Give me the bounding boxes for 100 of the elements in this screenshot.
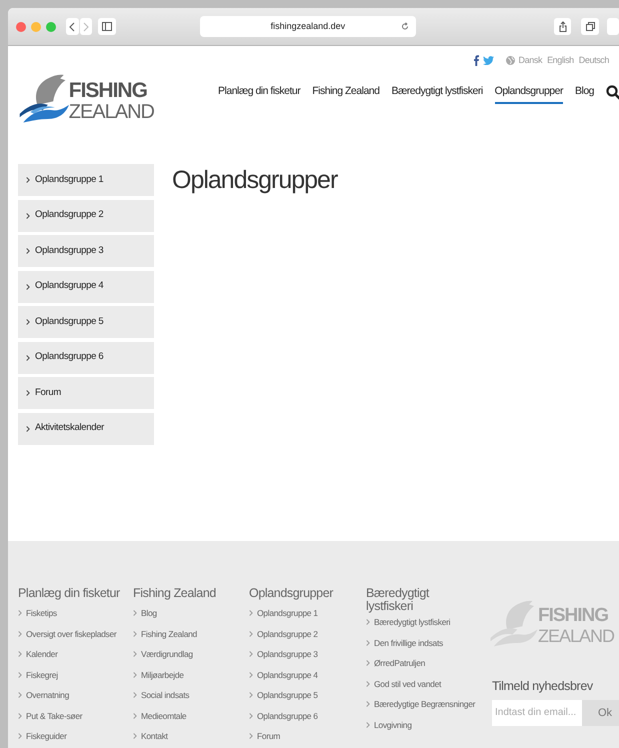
- sidebar-item[interactable]: Oplandsgruppe 2: [18, 200, 154, 232]
- chevron-icon: [133, 651, 137, 657]
- chevron-icon: [249, 712, 253, 718]
- nav-link[interactable]: Planlæg din fisketur: [218, 84, 300, 104]
- chevron-icon: [26, 426, 30, 432]
- footer-link[interactable]: Oplandsgruppe 1: [249, 607, 366, 619]
- twitter-icon[interactable]: [482, 56, 494, 66]
- page-title: Oplandsgrupper: [172, 165, 338, 196]
- footer-link[interactable]: Oversigt over fiskepladser: [18, 628, 133, 640]
- footer-heading: Planlæg din fisketur: [18, 587, 121, 602]
- chevron-icon: [133, 712, 137, 718]
- chevron-icon: [18, 712, 22, 718]
- nav-link[interactable]: Blog: [574, 84, 594, 104]
- sidebar-icon: [102, 22, 112, 31]
- sidebar-button[interactable]: [98, 18, 116, 35]
- back-button[interactable]: [66, 18, 79, 35]
- logo-text: FISHING: [538, 604, 610, 626]
- footer-link[interactable]: Oplandsgruppe 3: [249, 648, 366, 660]
- footer-link[interactable]: Miljøarbejde: [133, 668, 249, 680]
- footer-link[interactable]: Social indsats: [133, 689, 249, 701]
- footer-link[interactable]: Oplandsgruppe 6: [249, 710, 366, 722]
- footer-link[interactable]: Fisketips: [18, 607, 133, 619]
- fishing-zealand-logo[interactable]: FISHING ZEALAND: [18, 66, 154, 128]
- logo-text: ZEALAND: [538, 626, 614, 646]
- language-link[interactable]: Dansk: [518, 54, 542, 68]
- footer-link[interactable]: Bæredygtigt lystfiskeri: [366, 616, 484, 628]
- chevron-icon: [133, 733, 137, 739]
- chevron-icon: [249, 672, 253, 678]
- footer-link[interactable]: Kontakt: [133, 730, 249, 742]
- sidebar-item[interactable]: Aktivitetskalender: [18, 412, 154, 444]
- footer-link[interactable]: ØrredPatruljen: [366, 657, 484, 669]
- ok-button[interactable]: Ok: [582, 700, 619, 726]
- footer-link[interactable]: Medieomtale: [133, 710, 249, 722]
- chevron-icon: [249, 692, 253, 698]
- footer-link[interactable]: God stil ved vandet: [366, 678, 484, 690]
- forward-chevron-icon: [82, 22, 89, 32]
- footer-link[interactable]: Kalender: [18, 648, 133, 660]
- logo-text: FISHING: [68, 80, 148, 102]
- tabs-icon: [586, 22, 595, 31]
- chevron-icon: [249, 651, 253, 657]
- footer-link[interactable]: Oplandsgruppe 4: [249, 668, 366, 680]
- chevron-icon: [133, 692, 137, 698]
- chevron-icon: [26, 319, 30, 325]
- chevron-icon: [26, 284, 30, 290]
- chevron-icon: [133, 672, 137, 678]
- language-link[interactable]: Deutsch: [578, 54, 609, 68]
- search-icon[interactable]: [606, 85, 619, 100]
- email-field[interactable]: Indtast din email...: [492, 700, 582, 726]
- facebook-icon[interactable]: [474, 55, 479, 66]
- chevron-icon: [133, 610, 137, 616]
- chevron-icon: [18, 610, 22, 616]
- share-button[interactable]: [554, 18, 572, 35]
- chevron-icon: [18, 651, 22, 657]
- chevron-icon: [249, 610, 253, 616]
- chevron-icon: [26, 248, 30, 254]
- chevron-icon: [249, 630, 253, 636]
- sidebar-item[interactable]: Oplandsgruppe 4: [18, 270, 154, 302]
- sidebar-item[interactable]: Oplandsgruppe 5: [18, 306, 154, 338]
- footer-link[interactable]: Put & Take-søer: [18, 710, 133, 722]
- chevron-icon: [249, 733, 253, 739]
- sidebar-item[interactable]: Oplandsgruppe 1: [18, 164, 154, 196]
- chevron-icon: [26, 212, 30, 218]
- reload-icon[interactable]: [400, 22, 409, 31]
- footer-link[interactable]: Fiskegrej: [18, 668, 133, 680]
- globe-icon: [506, 56, 515, 66]
- logo-text: ZEALAND: [68, 102, 154, 122]
- footer-link[interactable]: Lovgivning: [366, 718, 484, 730]
- footer-link[interactable]: Overnatning: [18, 689, 133, 701]
- chevron-icon: [366, 722, 370, 728]
- footer-link[interactable]: Oplandsgruppe 2: [249, 628, 366, 640]
- footer-link[interactable]: Fishing Zealand: [133, 628, 249, 640]
- chevron-icon: [18, 733, 22, 739]
- close-window-button[interactable]: [16, 22, 26, 32]
- sidebar-item[interactable]: Oplandsgruppe 3: [18, 235, 154, 267]
- footer-heading: Fishing Zealand: [133, 587, 217, 602]
- chevron-icon: [18, 630, 22, 636]
- address-bar[interactable]: fishingzealand.dev: [200, 16, 416, 37]
- nav-link[interactable]: Oplandsgrupper: [494, 84, 563, 104]
- footer-link[interactable]: Blog: [133, 607, 249, 619]
- footer-link[interactable]: Fiskeguider: [18, 730, 133, 742]
- chevron-icon: [366, 660, 370, 666]
- chevron-icon: [366, 619, 370, 625]
- chevron-icon: [26, 354, 30, 360]
- footer-link[interactable]: Bæredygtige Begrænsninger: [366, 698, 484, 710]
- footer-heading: Oplandsgrupper: [249, 587, 334, 602]
- share-icon: [558, 21, 567, 32]
- footer-link[interactable]: Den frivillige indsats: [366, 636, 484, 648]
- tabs-button[interactable]: [581, 18, 600, 35]
- chevron-icon: [26, 390, 30, 396]
- sidebar-item[interactable]: Forum: [18, 377, 154, 409]
- sidebar-item[interactable]: Oplandsgruppe 6: [18, 342, 154, 374]
- back-chevron-icon: [69, 22, 76, 32]
- nav-link[interactable]: Fishing Zealand: [312, 84, 380, 104]
- nav-link[interactable]: Bæredygtigt lystfiskeri: [391, 84, 483, 104]
- chevron-icon: [18, 692, 22, 698]
- chevron-icon: [18, 672, 22, 678]
- footer-link[interactable]: Værdigrundlag: [133, 648, 249, 660]
- footer-link[interactable]: Forum: [249, 730, 366, 742]
- footer-link[interactable]: Oplandsgruppe 5: [249, 689, 366, 701]
- language-link[interactable]: English: [547, 54, 574, 68]
